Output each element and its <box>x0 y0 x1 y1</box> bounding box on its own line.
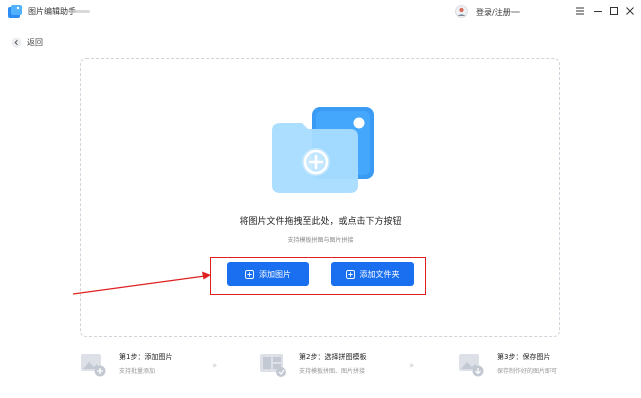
title-bar: 图片编辑助手 登录/注册 <box>0 0 641 26</box>
add-folder-icon <box>345 269 355 279</box>
drop-sub-instruction: 支持模板拼图与图片拼接 <box>287 237 354 244</box>
folder-add-image-icon <box>272 107 374 193</box>
chevron-right-icon: ›› <box>409 361 414 371</box>
back-button[interactable]: 返回 <box>11 36 43 48</box>
login-register-link[interactable]: 登录/注册 <box>476 7 511 18</box>
step-3-desc: 保存制作好的图片即可 <box>497 368 558 375</box>
step-3: 第3步：保存图片 保存制作好的图片即可 <box>457 348 607 382</box>
app-logo-icon <box>8 5 22 18</box>
add-image-label: 添加图片 <box>259 269 291 279</box>
step-1: 第1步：添加图片 支持批量添加 <box>79 348 219 382</box>
drop-instruction: 将图片文件拖拽至此处，或点击下方按钮 <box>239 217 402 227</box>
add-image-button[interactable]: 添加图片 <box>227 262 309 286</box>
add-folder-button[interactable]: 添加文件夹 <box>331 262 414 286</box>
template-icon <box>260 354 286 377</box>
app-title-blur <box>68 10 90 13</box>
chevron-right-icon: ›› <box>212 361 217 371</box>
add-image-icon <box>81 354 106 377</box>
step-2-desc: 支持模板拼图、图片拼接 <box>299 368 366 375</box>
user-avatar-icon[interactable] <box>455 5 468 18</box>
step-3-title: 第3步：保存图片 <box>497 353 551 361</box>
maximize-icon[interactable] <box>608 5 620 17</box>
add-square-icon <box>245 269 254 279</box>
login-blur <box>511 11 520 13</box>
add-folder-label: 添加文件夹 <box>359 269 400 279</box>
step-1-desc: 支持批量添加 <box>119 368 156 375</box>
save-image-icon <box>459 354 484 377</box>
back-label: 返回 <box>27 37 43 47</box>
step-2-title: 第2步：选择拼图模板 <box>299 353 367 361</box>
menu-icon[interactable] <box>574 5 586 17</box>
drop-zone[interactable] <box>80 58 560 337</box>
close-icon[interactable] <box>624 5 636 17</box>
minimize-icon[interactable] <box>592 5 604 17</box>
step-1-title: 第1步：添加图片 <box>119 353 173 361</box>
chevron-left-icon <box>11 37 22 47</box>
step-2: 第2步：选择拼图模板 支持模板拼图、图片拼接 <box>259 348 409 382</box>
